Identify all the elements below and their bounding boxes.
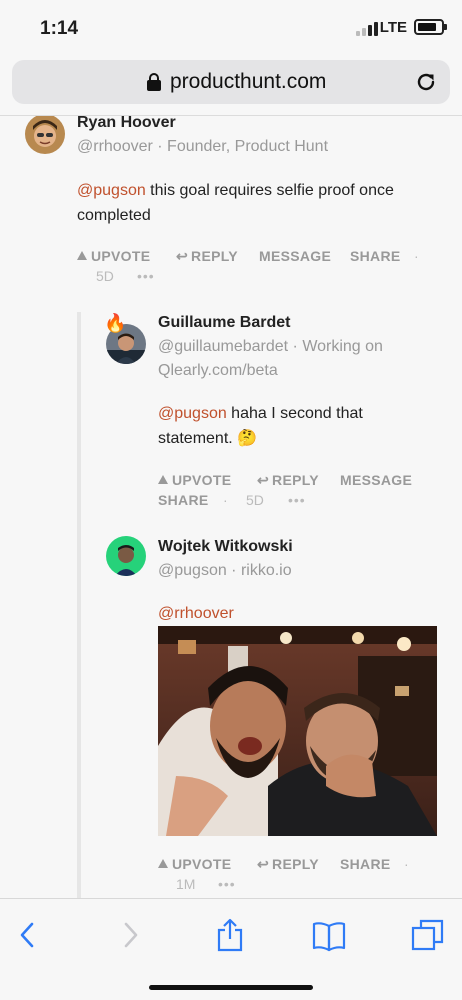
upvote-button[interactable]: UPVOTE [77, 248, 150, 264]
back-icon[interactable] [10, 917, 46, 953]
selfie-photo[interactable] [158, 626, 437, 836]
upvote-icon [77, 251, 87, 260]
bookmarks-icon[interactable] [311, 917, 347, 953]
share-button[interactable]: SHARE [158, 492, 209, 508]
browser-toolbar [0, 898, 462, 1000]
reply-icon: ↩ [257, 472, 270, 488]
reply-button[interactable]: ↩ REPLY [257, 472, 319, 489]
url-text: producthunt.com [170, 70, 327, 93]
avatar[interactable] [25, 116, 65, 154]
battery-icon [414, 19, 447, 35]
reply-icon: ↩ [176, 248, 189, 264]
more-options-icon[interactable]: ••• [288, 492, 306, 508]
tabs-icon[interactable] [410, 917, 446, 953]
fire-emoji: 🔥 [104, 313, 127, 333]
separator: · [414, 248, 419, 264]
comment-body: @pugson haha I second that statement. 🤔 [158, 401, 438, 451]
mention-link[interactable]: @rrhoover [158, 601, 234, 626]
comment-author[interactable]: Guillaume Bardet [158, 314, 290, 332]
lock-icon [147, 73, 161, 91]
message-button[interactable]: MESSAGE [259, 248, 331, 264]
comment-author[interactable]: Wojtek Witkowski [158, 538, 293, 556]
comment-age[interactable]: 5D [96, 268, 114, 284]
network-label: LTE [379, 19, 407, 36]
reply-button[interactable]: ↩ REPLY [176, 248, 238, 265]
separator: · [404, 856, 409, 872]
forward-icon[interactable] [112, 917, 148, 953]
status-bar: 1:14 LTE [0, 0, 462, 56]
home-indicator[interactable] [149, 985, 313, 990]
reply-icon: ↩ [257, 856, 270, 872]
thread-line [77, 312, 81, 898]
more-options-icon[interactable]: ••• [137, 268, 155, 284]
comment-handle-link[interactable]: Qlearly.com/beta [158, 359, 278, 383]
upvote-icon [158, 475, 168, 484]
comment-handle[interactable]: @pugson · rikko.io [158, 559, 292, 583]
comment-text: statement. 🤔 [158, 430, 258, 447]
mention-link[interactable]: @pugson [158, 405, 227, 422]
separator: · [223, 492, 228, 508]
status-time: 1:14 [40, 18, 79, 39]
reload-icon[interactable] [414, 70, 438, 94]
upvote-button[interactable]: UPVOTE [158, 472, 231, 488]
comment-thread: Ryan Hoover @rrhoover · Founder, Product… [0, 116, 462, 898]
comment-text: haha I second that [226, 405, 363, 422]
upvote-icon [158, 859, 168, 868]
upvote-button[interactable]: UPVOTE [158, 856, 231, 872]
share-button[interactable]: SHARE [340, 856, 391, 872]
comment-handle[interactable]: @rrhoover · Founder, Product Hunt [77, 135, 328, 159]
message-button[interactable]: MESSAGE [340, 472, 412, 488]
comment-age[interactable]: 5D [246, 492, 264, 508]
comment-author[interactable]: Ryan Hoover [77, 116, 176, 132]
mention-link[interactable]: @pugson [77, 182, 146, 199]
comment-handle[interactable]: @guillaumebardet · Working on [158, 335, 383, 359]
share-icon[interactable] [212, 917, 248, 953]
share-button[interactable]: SHARE [350, 248, 401, 264]
avatar[interactable] [106, 536, 146, 576]
signal-icon [356, 22, 378, 36]
address-bar[interactable]: producthunt.com [12, 60, 450, 104]
reply-button[interactable]: ↩ REPLY [257, 856, 319, 873]
more-options-icon[interactable]: ••• [218, 876, 236, 892]
comment-age[interactable]: 1M [176, 876, 195, 892]
comment-body: @pugson this goal requires selfie proof … [77, 178, 437, 228]
